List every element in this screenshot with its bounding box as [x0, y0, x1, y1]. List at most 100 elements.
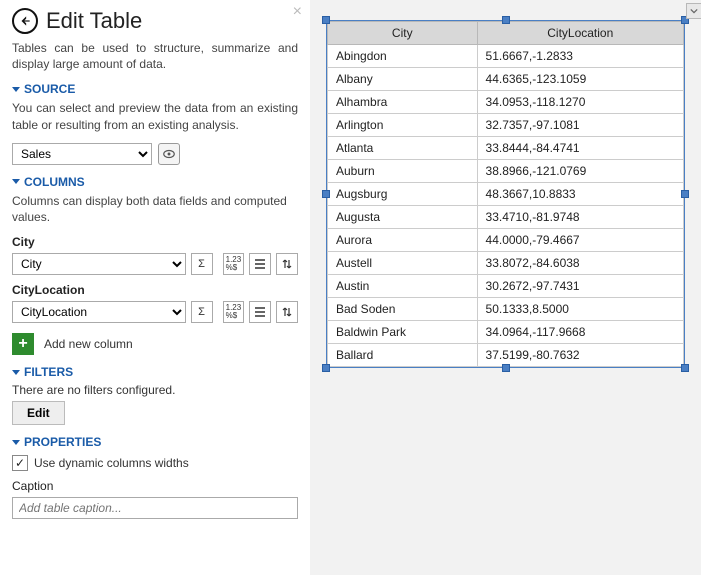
table-cell: Austell	[328, 252, 478, 275]
table-row[interactable]: Aurora44.0000,-79.4667	[328, 229, 684, 252]
table-row[interactable]: Alhambra34.0953,-118.1270	[328, 91, 684, 114]
arrow-left-icon	[18, 14, 32, 28]
sigma-icon: Σ	[198, 258, 205, 270]
page-title: Edit Table	[46, 8, 142, 34]
sort-icon	[281, 306, 293, 318]
table-row[interactable]: Baldwin Park34.0964,-117.9668	[328, 321, 684, 344]
source-select[interactable]: Sales	[12, 143, 152, 165]
table-cell: Austin	[328, 275, 478, 298]
align-button[interactable]	[249, 301, 271, 323]
table-widget[interactable]: CityCityLocation Abingdon51.6667,-1.2833…	[326, 20, 685, 368]
table-cell: Ballard	[328, 344, 478, 367]
column-row: CityLocation Σ 1.23%$	[12, 301, 298, 323]
plus-icon: +	[12, 333, 34, 355]
table-cell: Arlington	[328, 114, 478, 137]
table-cell: 38.8966,-121.0769	[477, 160, 683, 183]
widget-menu-button[interactable]	[686, 3, 701, 19]
section-heading: SOURCE	[24, 82, 75, 96]
preview-area: CityCityLocation Abingdon51.6667,-1.2833…	[310, 0, 701, 575]
sigma-icon: Σ	[198, 306, 205, 318]
table-cell: Atlanta	[328, 137, 478, 160]
table-cell: 33.4710,-81.9748	[477, 206, 683, 229]
edit-filters-button[interactable]: Edit	[12, 401, 65, 425]
table-cell: Bad Soden	[328, 298, 478, 321]
table-row[interactable]: Bad Soden50.1333,8.5000	[328, 298, 684, 321]
collapse-icon	[12, 440, 20, 445]
table-cell: 50.1333,8.5000	[477, 298, 683, 321]
table-row[interactable]: Austin30.2672,-97.7431	[328, 275, 684, 298]
page-intro: Tables can be used to structure, summari…	[12, 40, 298, 72]
add-column-label: Add new column	[44, 337, 133, 351]
resize-handle[interactable]	[681, 190, 689, 198]
table-cell: 44.0000,-79.4667	[477, 229, 683, 252]
table-cell: 51.6667,-1.2833	[477, 45, 683, 68]
table-cell: Aurora	[328, 229, 478, 252]
resize-handle[interactable]	[502, 364, 510, 372]
eye-icon	[162, 147, 176, 161]
column-label: City	[12, 235, 298, 249]
section-columns[interactable]: COLUMNS	[12, 175, 298, 189]
caption-input[interactable]	[12, 497, 298, 519]
align-icon	[254, 258, 266, 270]
aggregate-button[interactable]: Σ	[191, 253, 213, 275]
column-label: CityLocation	[12, 283, 298, 297]
resize-handle[interactable]	[322, 190, 330, 198]
align-icon	[254, 306, 266, 318]
table-cell: Alhambra	[328, 91, 478, 114]
column-field-select[interactable]: City	[12, 253, 186, 275]
table-cell: 33.8072,-84.6038	[477, 252, 683, 275]
column-row: City Σ 1.23%$	[12, 253, 298, 275]
back-button[interactable]	[12, 8, 38, 34]
add-column-button[interactable]: + Add new column	[12, 333, 298, 355]
sort-button[interactable]	[276, 253, 298, 275]
table-row[interactable]: Auburn38.8966,-121.0769	[328, 160, 684, 183]
resize-handle[interactable]	[322, 16, 330, 24]
section-filters[interactable]: FILTERS	[12, 365, 298, 379]
sort-button[interactable]	[276, 301, 298, 323]
filters-empty: There are no filters configured.	[12, 383, 298, 397]
table-cell: 34.0964,-117.9668	[477, 321, 683, 344]
dynamic-widths-checkbox[interactable]: ✓	[12, 455, 28, 471]
table-cell: Auburn	[328, 160, 478, 183]
table-row[interactable]: Arlington32.7357,-97.1081	[328, 114, 684, 137]
table-cell: Albany	[328, 68, 478, 91]
table-cell: Augsburg	[328, 183, 478, 206]
format-button[interactable]: 1.23%$	[223, 253, 245, 275]
column-header[interactable]: CityLocation	[477, 22, 683, 45]
close-icon[interactable]: ×	[293, 4, 302, 20]
edit-panel: × Edit Table Tables can be used to struc…	[0, 0, 310, 575]
section-heading: PROPERTIES	[24, 435, 101, 449]
sort-icon	[281, 258, 293, 270]
table-cell: 48.3667,10.8833	[477, 183, 683, 206]
source-desc: You can select and preview the data from…	[12, 100, 298, 132]
column-field-select[interactable]: CityLocation	[12, 301, 186, 323]
collapse-icon	[12, 87, 20, 92]
table-cell: Augusta	[328, 206, 478, 229]
table-row[interactable]: Augusta33.4710,-81.9748	[328, 206, 684, 229]
resize-handle[interactable]	[502, 16, 510, 24]
section-heading: FILTERS	[24, 365, 73, 379]
collapse-icon	[12, 179, 20, 184]
collapse-icon	[12, 370, 20, 375]
table-cell: 44.6365,-123.1059	[477, 68, 683, 91]
table-row[interactable]: Austell33.8072,-84.6038	[328, 252, 684, 275]
section-source[interactable]: SOURCE	[12, 82, 298, 96]
table-cell: 34.0953,-118.1270	[477, 91, 683, 114]
table-cell: 30.2672,-97.7431	[477, 275, 683, 298]
table-row[interactable]: Augsburg48.3667,10.8833	[328, 183, 684, 206]
preview-data-button[interactable]	[158, 143, 180, 165]
align-button[interactable]	[249, 253, 271, 275]
table-row[interactable]: Albany44.6365,-123.1059	[328, 68, 684, 91]
aggregate-button[interactable]: Σ	[191, 301, 213, 323]
table-row[interactable]: Atlanta33.8444,-84.4741	[328, 137, 684, 160]
format-button[interactable]: 1.23%$	[223, 301, 245, 323]
table-cell: 33.8444,-84.4741	[477, 137, 683, 160]
section-properties[interactable]: PROPERTIES	[12, 435, 298, 449]
column-header[interactable]: City	[328, 22, 478, 45]
table-cell: 32.7357,-97.1081	[477, 114, 683, 137]
resize-handle[interactable]	[681, 364, 689, 372]
resize-handle[interactable]	[322, 364, 330, 372]
table-row[interactable]: Abingdon51.6667,-1.2833	[328, 45, 684, 68]
data-table: CityCityLocation Abingdon51.6667,-1.2833…	[327, 21, 684, 367]
number-format-icon: 1.23%$	[226, 256, 242, 272]
